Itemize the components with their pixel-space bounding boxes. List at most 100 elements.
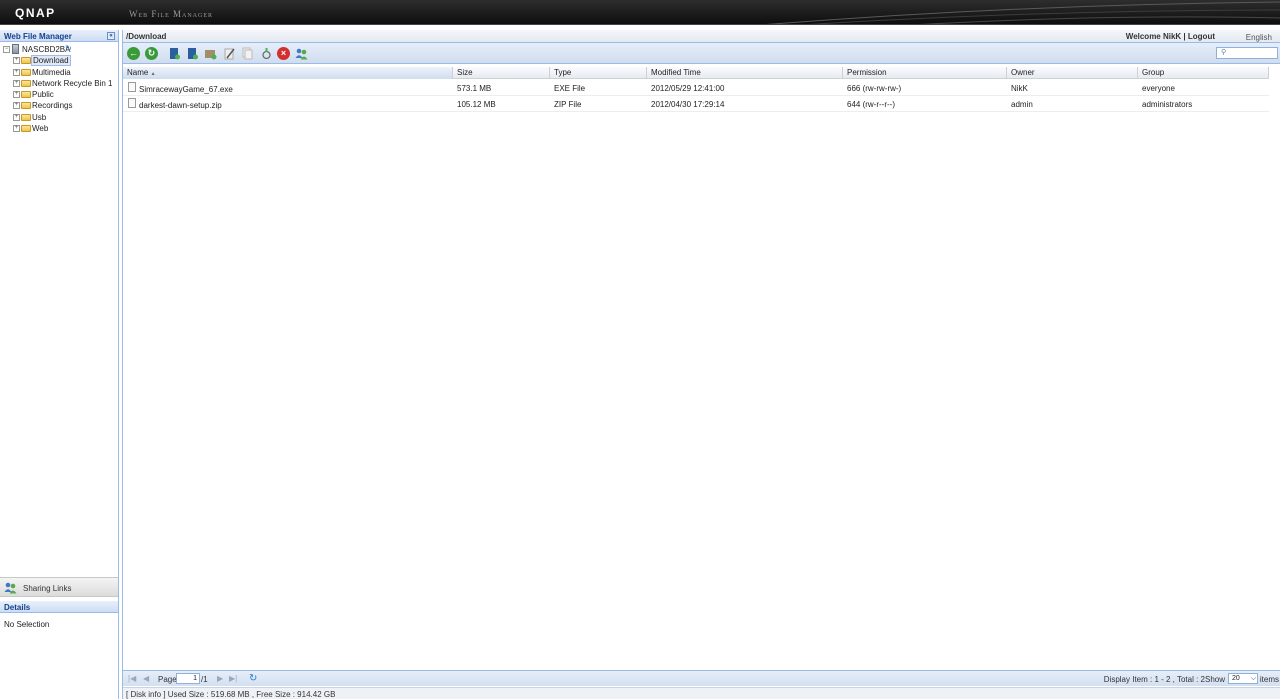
folder-icon [21, 91, 31, 99]
tree-root-label: NASCBD2BA [22, 45, 71, 54]
column-size[interactable]: Size [453, 67, 550, 79]
delete-icon[interactable]: × [277, 47, 290, 60]
copy-icon[interactable] [241, 47, 254, 60]
header-decoration [766, 1, 1280, 24]
chevron-down-icon: ⌵ [1250, 675, 1256, 682]
upload-icon[interactable] [186, 47, 199, 60]
collapse-tree-icon[interactable]: − [3, 46, 10, 53]
tree-item-label: Usb [32, 112, 47, 122]
expand-icon[interactable]: + [13, 68, 20, 76]
items-label: items [1259, 675, 1279, 684]
tree-item-multimedia[interactable]: + Multimedia [0, 67, 118, 78]
expand-icon[interactable]: + [13, 79, 20, 87]
next-page-icon[interactable]: ▶ [217, 674, 223, 683]
path-bar: /Download Welcome NikK | Logout English [123, 30, 1280, 43]
grid-header: Name ▲ Size Type Modified Time Permissio… [123, 67, 1269, 79]
tree-item-label: Public [32, 90, 54, 100]
left-panel-header: Web File Manager « [0, 30, 118, 42]
tree-item-label: Recordings [32, 101, 73, 111]
details-body: No Selection [4, 620, 50, 629]
folder-icon [21, 68, 31, 76]
app-title: Web File Manager [129, 9, 213, 19]
expand-icon[interactable]: + [13, 102, 20, 110]
sharing-links-button[interactable]: Sharing Links [0, 577, 118, 597]
column-group[interactable]: Group [1138, 67, 1269, 79]
file-owner: NikK [1011, 84, 1028, 93]
main-panel: /Download Welcome NikK | Logout English … [122, 30, 1280, 699]
disk-info-bar: [ Disk info ] Used Size : 519.68 MB , Fr… [123, 687, 1280, 699]
page-label: Page [158, 675, 177, 684]
tree-item-download[interactable]: + Download [0, 55, 118, 67]
column-modified-time[interactable]: Modified Time [647, 67, 843, 79]
expand-icon[interactable]: + [13, 57, 20, 65]
pagination-bar: |◀ ◀ Page 1 /1 ▶ ▶| ↻ Display Item : 1 -… [123, 670, 1280, 686]
tree-item-network-recycle-bin[interactable]: + Network Recycle Bin 1 [0, 78, 118, 89]
rename-icon[interactable] [223, 47, 236, 60]
details-header: Details [0, 601, 118, 613]
folder-tree: − NASCBD2BA ↻ + Download + Multimedia + … [0, 42, 118, 134]
tree-root[interactable]: − NASCBD2BA ↻ [0, 44, 118, 55]
tree-item-usb[interactable]: + Usb [0, 112, 118, 123]
last-page-icon[interactable]: ▶| [229, 674, 237, 683]
file-type: ZIP File [554, 100, 582, 109]
file-size: 573.1 MB [457, 84, 492, 93]
folder-icon [21, 57, 31, 65]
server-icon [12, 44, 19, 54]
share-link-icon[interactable] [295, 47, 308, 60]
prev-page-icon[interactable]: ◀ [143, 674, 149, 683]
file-name[interactable]: darkest-dawn-setup.zip [135, 101, 222, 110]
first-page-icon[interactable]: |◀ [128, 674, 136, 683]
tree-item-label: Network Recycle Bin 1 [32, 78, 113, 88]
toolbar: ← ↻ × ⚲ [123, 43, 1280, 64]
folder-icon [21, 102, 31, 110]
page-input[interactable]: 1 [176, 673, 200, 684]
left-panel: Web File Manager « − NASCBD2BA ↻ + Downl… [0, 30, 119, 699]
current-path: /Download [126, 32, 167, 41]
column-owner[interactable]: Owner [1007, 67, 1138, 79]
page-total: /1 [201, 675, 208, 684]
column-permission[interactable]: Permission [843, 67, 1007, 79]
tree-item-label: Download [31, 55, 71, 67]
qnap-logo: QNAP [15, 6, 56, 20]
expand-icon[interactable]: + [13, 125, 20, 133]
forward-icon[interactable]: ↻ [145, 47, 158, 60]
tree-item-web[interactable]: + Web [0, 123, 118, 134]
share-folder-icon[interactable] [204, 47, 217, 60]
expand-icon[interactable]: + [13, 91, 20, 99]
file-size: 105.12 MB [457, 100, 496, 109]
column-name[interactable]: Name ▲ [123, 67, 453, 79]
items-per-page-select[interactable]: 20 ⌵ [1228, 673, 1258, 684]
refresh-icon[interactable]: ↻ [249, 673, 257, 684]
create-folder-icon[interactable] [168, 47, 181, 60]
welcome-logout-link[interactable]: Welcome NikK | Logout [1126, 32, 1215, 41]
tree-item-label: Web [32, 124, 49, 134]
language-selector[interactable]: English [1246, 33, 1272, 42]
sharing-links-label: Sharing Links [23, 584, 72, 593]
tree-item-public[interactable]: + Public [0, 89, 118, 100]
file-permission: 666 (rw-rw-rw-) [847, 84, 902, 93]
move-icon[interactable] [260, 47, 273, 60]
column-type[interactable]: Type [550, 67, 647, 79]
app-header: QNAP Web File Manager [0, 0, 1280, 25]
file-modified: 2012/04/30 17:29:14 [651, 100, 725, 109]
expand-icon[interactable]: + [13, 113, 20, 121]
table-row[interactable]: darkest-dawn-setup.zip 105.12 MB ZIP Fil… [123, 96, 1269, 112]
left-panel-title: Web File Manager [4, 32, 72, 41]
refresh-tree-icon[interactable]: ↻ [65, 43, 72, 54]
file-type: EXE File [554, 84, 586, 93]
show-label: Show [1204, 675, 1225, 684]
folder-icon [21, 113, 31, 121]
search-input[interactable]: ⚲ [1216, 47, 1278, 59]
details-title: Details [4, 603, 31, 612]
collapse-panel-icon[interactable]: « [107, 32, 115, 40]
back-icon[interactable]: ← [127, 47, 140, 60]
table-row[interactable]: SimracewayGame_67.exe 573.1 MB EXE File … [123, 80, 1269, 96]
folder-icon [21, 79, 31, 87]
file-permission: 644 (rw-r--r--) [847, 100, 895, 109]
tree-item-recordings[interactable]: + Recordings [0, 100, 118, 111]
folder-icon [21, 125, 31, 133]
disk-info-text: [ Disk info ] Used Size : 519.68 MB , Fr… [126, 690, 336, 699]
file-group: everyone [1142, 84, 1175, 93]
file-name[interactable]: SimracewayGame_67.exe [135, 85, 233, 94]
file-group: administrators [1142, 100, 1193, 109]
